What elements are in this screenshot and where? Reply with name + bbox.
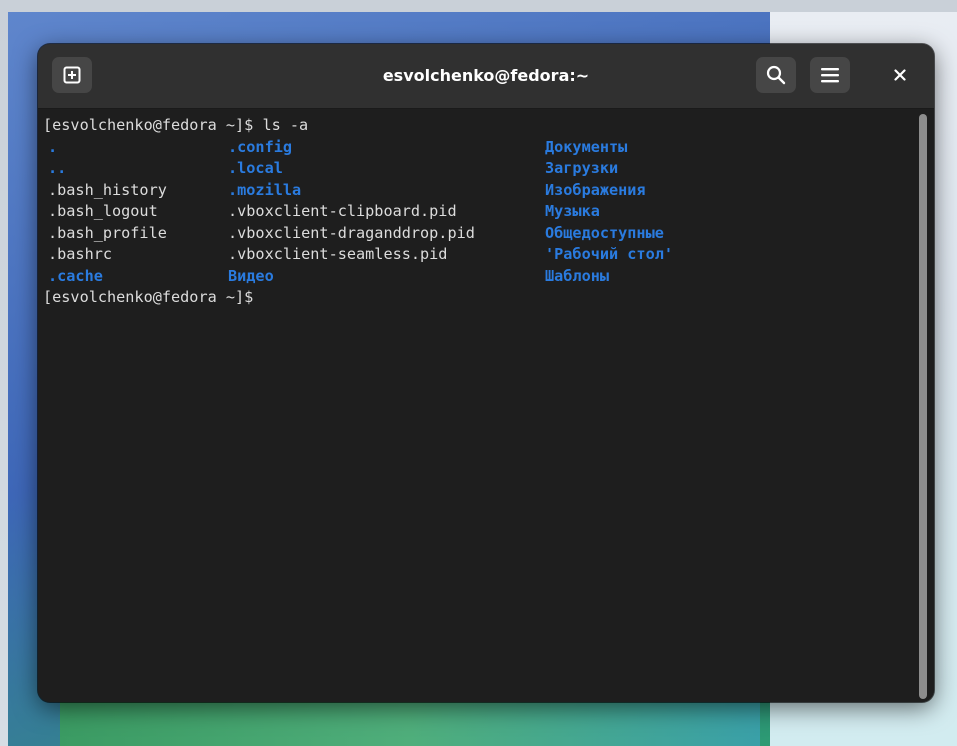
command-text: [esvolchenko@fedora ~]$ ls -a <box>43 116 309 134</box>
directory-entry: Изображения <box>545 180 646 199</box>
wallpaper-green-band <box>60 700 760 746</box>
scrollbar[interactable] <box>917 114 929 699</box>
main-menu-button[interactable] <box>810 57 850 93</box>
header-bar: esvolchenko@fedora:~ <box>38 44 934 109</box>
file-entry: .vboxclient-seamless.pid <box>228 245 448 263</box>
ls-output-row: .bash_profile .vboxclient-draganddrop.pid… <box>43 223 903 245</box>
directory-entry: 'Рабочий стол' <box>545 245 674 263</box>
file-entry: .vboxclient-draganddrop.pid <box>228 223 475 242</box>
terminal-area[interactable]: [esvolchenko@fedora ~]$ ls -a . .config До… <box>38 109 934 702</box>
directory-entry: .cache <box>48 266 103 285</box>
directory-entry: . <box>48 137 58 156</box>
ls-output-row: .bash_history .mozilla Изображения <box>43 180 903 202</box>
prompt-text: [esvolchenko@fedora ~]$ <box>43 288 254 306</box>
close-icon <box>894 66 906 85</box>
search-button[interactable] <box>756 57 796 93</box>
prompt-line: [esvolchenko@fedora ~]$ <box>43 287 903 309</box>
command-line: [esvolchenko@fedora ~]$ ls -a <box>43 115 903 137</box>
ls-output-row: .bash_logout .vboxclient-clipboard.pid Муз… <box>43 201 903 223</box>
window-title: esvolchenko@fedora:~ <box>382 66 590 85</box>
hamburger-menu-icon <box>820 66 840 84</box>
directory-entry: .local <box>228 159 283 177</box>
directory-entry: Музыка <box>545 202 600 220</box>
ls-output-row: .. .local Загрузки <box>43 158 903 180</box>
terminal-output: [esvolchenko@fedora ~]$ ls -a . .config До… <box>43 115 903 309</box>
file-entry: .bash_logout <box>48 202 158 220</box>
file-entry: .bashrc <box>48 245 113 263</box>
file-entry: .vboxclient-clipboard.pid <box>228 202 457 220</box>
ls-output-row: . .config Документы <box>43 137 903 159</box>
directory-entry: .. <box>48 159 67 177</box>
new-tab-button[interactable] <box>52 57 92 93</box>
directory-entry: Общедоступные <box>545 223 664 242</box>
directory-entry: Видео <box>228 266 274 285</box>
file-entry: .bash_profile <box>48 223 167 242</box>
directory-entry: .mozilla <box>228 180 302 199</box>
close-button[interactable] <box>884 59 916 91</box>
scrollbar-thumb[interactable] <box>919 114 927 699</box>
ls-output-row: .bashrc .vboxclient-seamless.pid 'Рабочий … <box>43 244 903 266</box>
ls-output-row: .cache Видео Шаблоны <box>43 266 903 288</box>
terminal-window: esvolchenko@fedora:~ [esvolchenko@fedora… <box>38 44 934 702</box>
new-tab-icon <box>63 66 81 84</box>
directory-entry: Шаблоны <box>545 266 610 285</box>
directory-entry: .config <box>228 137 293 156</box>
file-entry: .bash_history <box>48 180 167 199</box>
directory-entry: Документы <box>545 137 628 156</box>
search-icon <box>766 65 786 85</box>
directory-entry: Загрузки <box>545 159 619 177</box>
